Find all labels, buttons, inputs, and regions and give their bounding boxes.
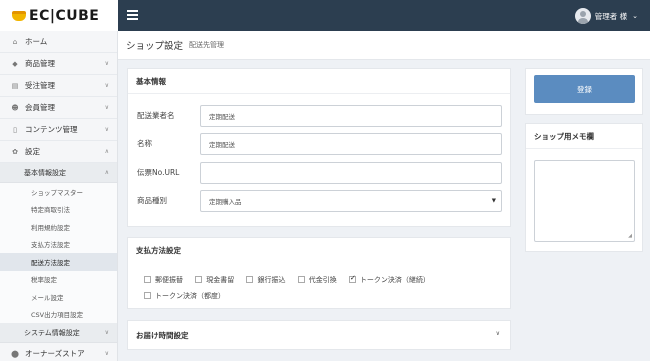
file-icon: ▯ — [13, 125, 17, 134]
store-icon: ⬤ — [11, 349, 19, 358]
delivery-name-row: 配送業者名 定期配送 — [128, 105, 510, 127]
page-title-bar: ショップ設定 配送先管理 — [118, 31, 650, 60]
payment-option-token-recurring[interactable]: トークン決済（継続） — [348, 274, 430, 285]
sidebar-item-label: ホーム — [25, 37, 48, 46]
sidebar-subitem-shop-master[interactable]: ショップマスター — [0, 183, 117, 201]
checkbox-label: 現金書留 — [206, 275, 235, 284]
payment-option-cash-registered[interactable]: 現金書留 — [195, 274, 234, 285]
sidebar-item-customers[interactable]: ☻ 会員管理 ∨ — [0, 97, 117, 119]
sidebar-item-contents[interactable]: ▯ コンテンツ管理 ∨ — [0, 119, 117, 141]
sidebar-item-label: 商品管理 — [25, 59, 55, 68]
delivery-name-label: 配送業者名 — [137, 111, 175, 120]
basic-info-title: 基本情報 — [128, 69, 510, 94]
sidebar-item-label: 設定 — [25, 147, 40, 156]
cart-icon: ▤ — [11, 81, 19, 90]
logo[interactable]: EC|CUBE — [0, 0, 118, 31]
top-header: EC|CUBE 管理者 様 ⌄ — [0, 0, 650, 31]
sidebar-item-label: オーナーズストア — [25, 349, 85, 358]
sidebar-item-products[interactable]: ◆ 商品管理 ∨ — [0, 53, 117, 75]
sidebar-item-orders[interactable]: ▤ 受注管理 ∨ — [0, 75, 117, 97]
chevron-down-icon: ∨ — [104, 60, 109, 67]
chevron-down-icon: ∨ — [104, 126, 109, 133]
memo-title: ショップ用メモ欄 — [526, 124, 642, 149]
checkbox[interactable] — [246, 276, 254, 283]
delivery-time-title: お届け時間設定 — [136, 331, 189, 340]
sidebar-item-home[interactable]: ⌂ ホーム — [0, 31, 117, 53]
sidebar-item-label: 受注管理 — [25, 81, 55, 90]
sidebar-subitem-tax[interactable]: 税率設定 — [0, 270, 117, 288]
product-type-value: 定期購入品 — [209, 198, 242, 206]
payment-option-cod[interactable]: 代金引換 — [297, 274, 337, 285]
logo-text: EC|CUBE — [29, 7, 100, 24]
checkbox-label: トークン決済（継続） — [359, 275, 430, 284]
product-type-label: 商品種別 — [137, 196, 167, 205]
checkbox-label: 銀行振込 — [257, 275, 286, 284]
sidebar-item-label: コンテンツ管理 — [25, 125, 78, 134]
payment-option-bank[interactable]: 銀行振込 — [246, 274, 285, 285]
menu-toggle-icon[interactable] — [127, 10, 138, 20]
tracking-url-row: 伝票No.URL — [128, 162, 510, 184]
chevron-down-icon: ⌄ — [632, 12, 638, 20]
gear-icon: ✿ — [12, 147, 18, 156]
delivery-name-input[interactable]: 定期配送 — [200, 105, 502, 127]
register-button[interactable]: 登録 — [534, 75, 635, 103]
product-type-select[interactable]: 定期購入品 ▼ — [200, 190, 502, 212]
name-label: 名称 — [137, 139, 152, 148]
payment-options: 郵便振替 現金書留 銀行振込 代金引換 トークン決済（継続） トークン決済（都度… — [144, 274, 494, 306]
chevron-up-icon: ∧ — [104, 148, 109, 155]
checkbox-label: 代金引換 — [308, 275, 337, 284]
chevron-down-icon: ∨ — [104, 82, 109, 89]
tracking-url-input[interactable] — [200, 162, 502, 184]
product-type-row: 商品種別 定期購入品 ▼ — [128, 190, 510, 212]
sidebar-subitem-tradelaw[interactable]: 特定商取引法 — [0, 200, 117, 218]
checkbox[interactable] — [144, 292, 151, 299]
memo-textarea[interactable] — [534, 160, 635, 242]
chevron-down-icon: ∨ — [104, 329, 109, 336]
users-icon: ☻ — [11, 103, 19, 112]
avatar — [574, 8, 591, 24]
tag-icon: ◆ — [12, 59, 18, 68]
name-row: 名称 定期配送 — [128, 133, 510, 155]
payment-settings-title: 支払方法設定 — [136, 246, 181, 255]
checkbox[interactable] — [144, 276, 151, 283]
sidebar-subitem-payment[interactable]: 支払方法設定 — [0, 235, 117, 253]
payment-option-postal[interactable]: 郵便振替 — [144, 274, 183, 285]
sidebar-subgroup-label: システム情報設定 — [24, 328, 80, 337]
resize-grip-icon[interactable]: ◢ — [628, 233, 632, 239]
chevron-down-icon: ∨ — [104, 350, 109, 357]
sidebar-item-settings[interactable]: ✿ 設定 ∧ — [0, 141, 117, 163]
sidebar-subgroup-basic-info[interactable]: 基本情報設定 ∧ — [0, 163, 117, 183]
sidebar-item-label: 会員管理 — [25, 103, 55, 112]
checkbox[interactable] — [195, 276, 203, 283]
page-subtitle: 配送先管理 — [189, 41, 225, 49]
checkbox[interactable] — [297, 276, 305, 283]
user-name: 管理者 様 — [594, 11, 628, 21]
caret-down-icon: ▼ — [491, 198, 496, 204]
payment-settings-card: 支払方法設定 郵便振替 現金書留 銀行振込 代金引換 トークン決済（継続） トー… — [127, 237, 511, 309]
chevron-up-icon: ∧ — [104, 169, 109, 176]
sidebar: ⌂ ホーム ◆ 商品管理 ∨ ▤ 受注管理 ∨ ☻ 会員管理 ∨ ▯ コンテンツ… — [0, 31, 118, 361]
checkbox-label: トークン決済（都度） — [155, 291, 225, 300]
sidebar-subitem-mail[interactable]: メール設定 — [0, 288, 117, 306]
name-input[interactable]: 定期配送 — [200, 133, 502, 155]
sidebar-subgroup-label: 基本情報設定 — [24, 168, 66, 177]
user-menu[interactable]: 管理者 様 ⌄ — [574, 6, 638, 26]
checkbox-label: 郵便振替 — [155, 275, 183, 284]
tracking-url-label: 伝票No.URL — [137, 168, 180, 177]
sidebar-subitem-csv[interactable]: CSV出力項目設定 — [0, 305, 117, 323]
basic-info-card: 基本情報 配送業者名 定期配送 名称 定期配送 伝票No.URL 商品種別 定期… — [127, 68, 511, 227]
memo-card: ショップ用メモ欄 ◢ — [525, 123, 643, 252]
payment-option-token-once[interactable]: トークン決済（都度） — [144, 290, 225, 301]
sidebar-subitem-delivery[interactable]: 配送方法設定 — [0, 253, 117, 271]
page-title: ショップ設定 — [126, 41, 184, 52]
delivery-time-card[interactable]: お届け時間設定 ∨ — [127, 320, 511, 350]
chevron-down-icon: ∨ — [104, 104, 109, 111]
sidebar-item-owners-store[interactable]: ⬤ オーナーズストア ∨ — [0, 343, 117, 361]
cube-logo-icon — [12, 10, 26, 21]
chevron-down-icon[interactable]: ∨ — [496, 330, 500, 337]
home-icon: ⌂ — [12, 37, 18, 46]
checkbox-checked[interactable] — [348, 274, 356, 283]
sidebar-subitem-terms[interactable]: 利用規約設定 — [0, 218, 117, 236]
sidebar-subgroup-system[interactable]: システム情報設定 ∨ — [0, 323, 117, 343]
